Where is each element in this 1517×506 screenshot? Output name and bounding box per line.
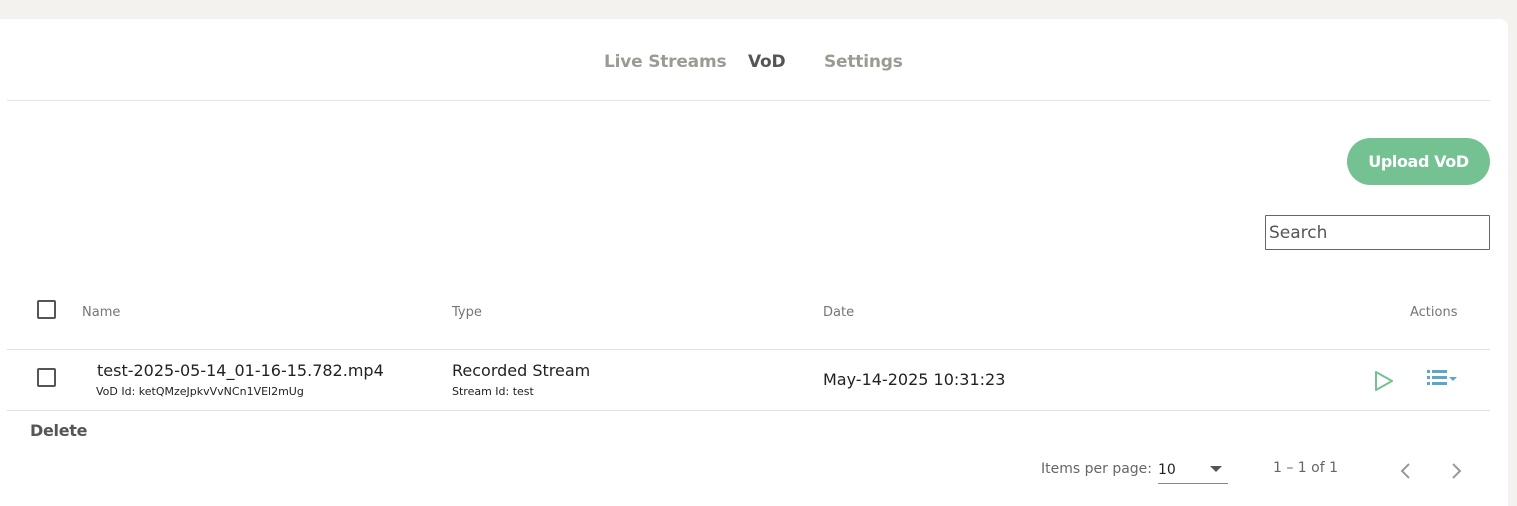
table-row: test-2025-05-14_01-16-15.782.mp4 VoD Id:… [7,350,1490,411]
delete-button[interactable]: Delete [30,421,87,440]
table-header: Name Type Date Actions [7,281,1490,350]
select-all-checkbox[interactable] [37,300,56,319]
vod-table: Name Type Date Actions test-2025-05-14_0… [7,281,1490,411]
column-header-type[interactable]: Type [452,305,482,320]
upload-vod-button[interactable]: Upload VoD [1347,138,1490,185]
items-per-page-value: 10 [1158,462,1176,478]
list-menu-icon[interactable] [1427,368,1463,390]
previous-page-icon[interactable] [1396,460,1416,482]
vod-panel: Live Streams VoD Settings Upload VoD Nam… [0,19,1508,506]
tab-bar: Live Streams VoD Settings [7,19,1490,101]
items-per-page-select[interactable]: 10 [1158,458,1228,484]
column-header-actions: Actions [1410,305,1458,320]
column-header-date[interactable]: Date [823,305,854,320]
vod-name: test-2025-05-14_01-16-15.782.mp4 [97,361,384,380]
tab-settings[interactable]: Settings [824,52,903,72]
page-range: 1 – 1 of 1 [1273,460,1339,476]
vod-type: Recorded Stream [452,361,591,380]
row-checkbox[interactable] [37,368,56,387]
search-input[interactable] [1265,215,1490,250]
dropdown-arrow-icon [1210,466,1222,472]
column-header-name[interactable]: Name [82,305,120,320]
play-icon[interactable] [1373,370,1395,392]
vod-date: May-14-2025 10:31:23 [823,370,1006,389]
stream-id: Stream Id: test [452,385,534,398]
tab-live-streams[interactable]: Live Streams [604,52,727,72]
next-page-icon[interactable] [1446,460,1466,482]
vod-id: VoD Id: ketQMzeJpkvVvNCn1VEl2mUg [96,385,304,398]
items-per-page-label: Items per page: [1041,461,1153,477]
tab-vod[interactable]: VoD [748,52,786,72]
